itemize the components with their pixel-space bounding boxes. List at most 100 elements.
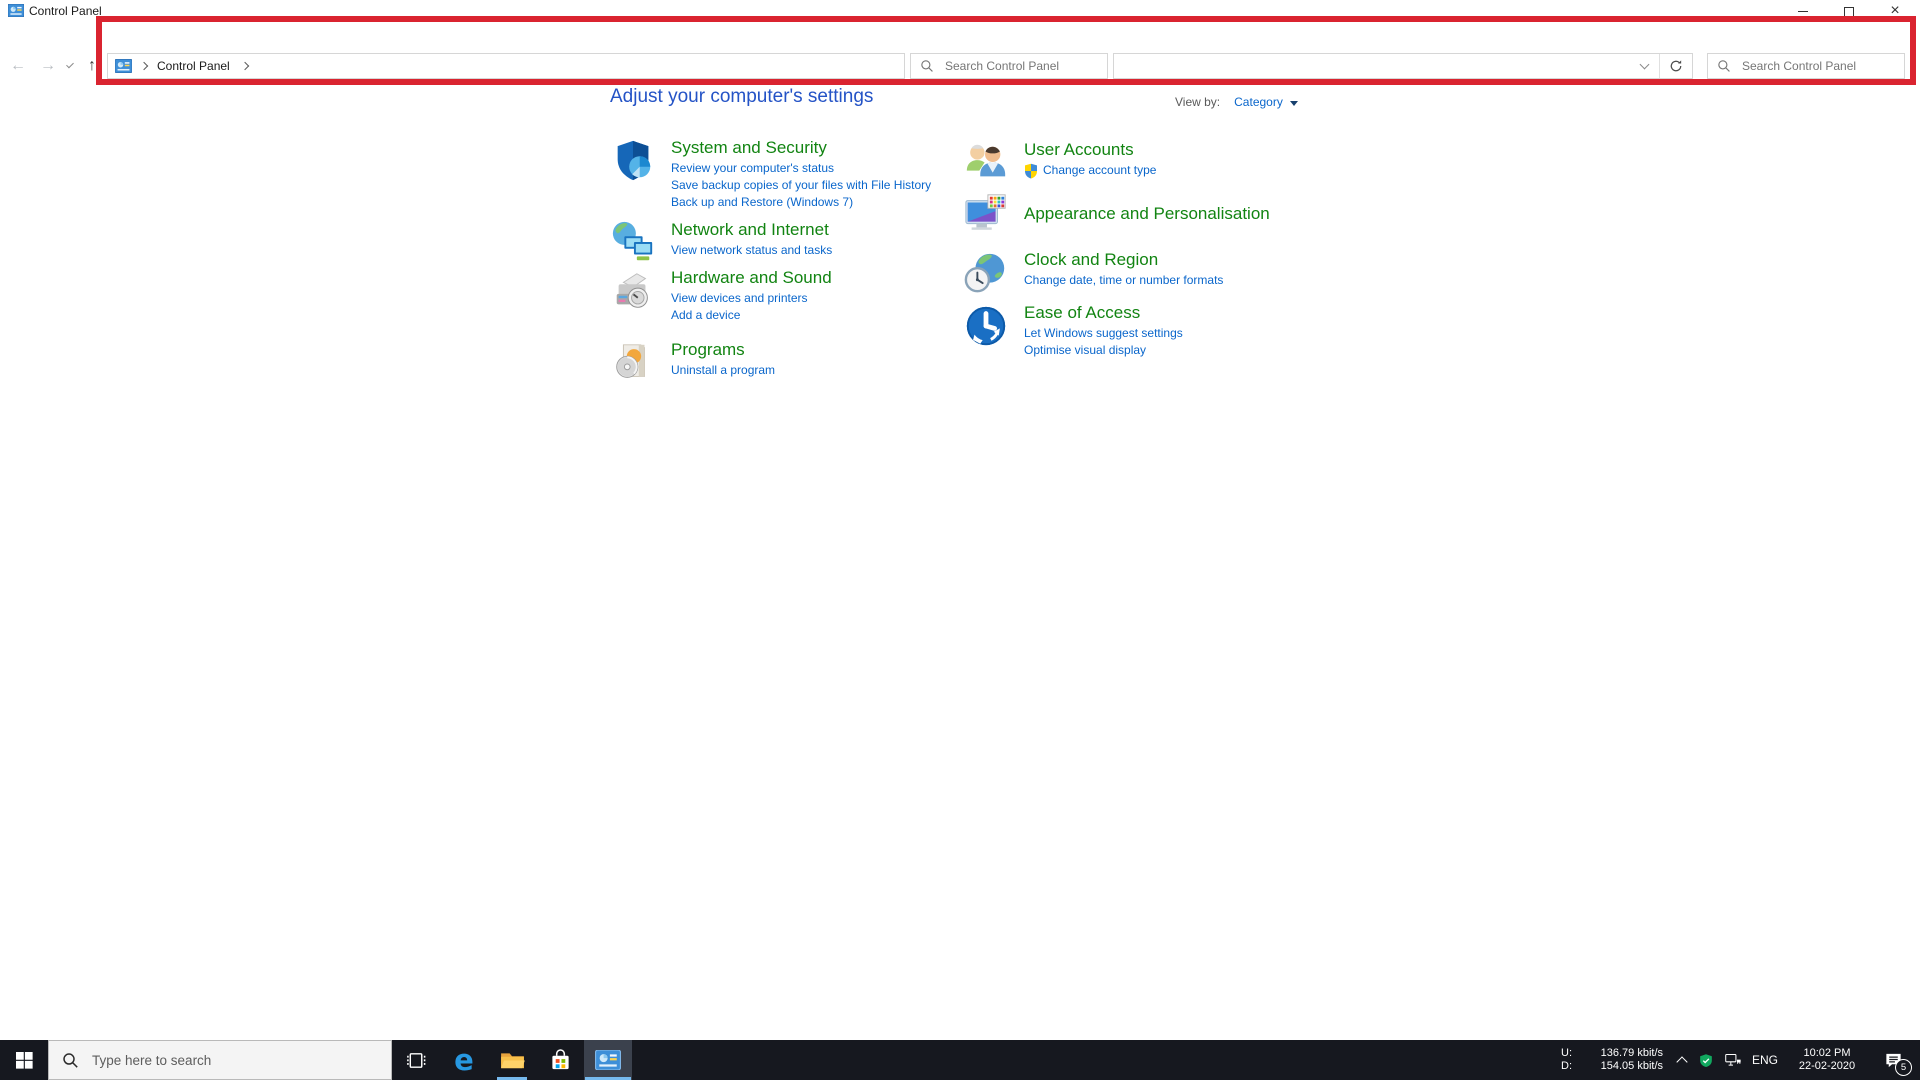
recent-locations-button[interactable] — [62, 52, 78, 80]
category-task-link[interactable]: Uninstall a program — [671, 362, 775, 379]
restore-icon — [1844, 4, 1857, 17]
category-title-link[interactable]: Appearance and Personalisation — [1024, 203, 1270, 224]
breadcrumb-chevron-icon[interactable] — [240, 61, 249, 71]
category-task-link-label: Change account type — [1043, 163, 1157, 177]
category-text: User Accounts Change account type — [1024, 139, 1156, 186]
category-title-link[interactable]: System and Security — [671, 137, 931, 158]
category-task-link[interactable]: Review your computer's status — [671, 160, 931, 177]
start-button[interactable] — [0, 1040, 48, 1080]
category-task-link[interactable]: Back up and Restore (Windows 7) — [671, 194, 931, 211]
category-text: Ease of Access Let Windows suggest setti… — [1024, 302, 1183, 359]
edge-button[interactable] — [440, 1040, 488, 1080]
language-indicator[interactable]: ENG — [1747, 1040, 1783, 1080]
category-title-link[interactable]: Programs — [671, 339, 775, 360]
category-task-link[interactable]: Save backup copies of your files with Fi… — [671, 177, 931, 194]
category-title-link[interactable]: Ease of Access — [1024, 302, 1183, 323]
category-task-link[interactable]: Optimise visual display — [1024, 342, 1183, 359]
clock-region-icon[interactable] — [963, 250, 1009, 296]
category-title-link[interactable]: Clock and Region — [1024, 249, 1223, 270]
address-bar[interactable] — [1113, 53, 1693, 79]
control-panel-taskbar-button[interactable] — [584, 1040, 632, 1080]
ease-of-access-icon[interactable] — [963, 303, 1009, 349]
forward-arrow-icon: → — [40, 57, 56, 74]
forward-button[interactable]: → — [34, 52, 62, 80]
category-network-and-internet: Network and Internet View network status… — [610, 219, 832, 266]
hardware-sound-icon[interactable] — [610, 268, 656, 314]
task-view-button[interactable] — [392, 1040, 440, 1080]
category-task-link[interactable]: Let Windows suggest settings — [1024, 325, 1183, 342]
clock-tray-button[interactable]: 10:02 PM 22-02-2020 — [1783, 1040, 1871, 1080]
refresh-button[interactable] — [1660, 54, 1692, 78]
category-text: Hardware and Sound View devices and prin… — [671, 267, 832, 324]
upload-label: U: — [1561, 1047, 1572, 1059]
page-title: Adjust your computer's settings — [610, 86, 874, 107]
control-panel-icon — [595, 1050, 621, 1070]
restore-button[interactable] — [1826, 0, 1872, 22]
control-panel-icon — [115, 59, 132, 73]
file-explorer-button[interactable] — [488, 1040, 536, 1080]
taskbar-search-box[interactable] — [48, 1040, 392, 1080]
breadcrumb-bar[interactable]: Control Panel — [107, 53, 905, 79]
clock-display: 10:02 PM 22-02-2020 — [1799, 1047, 1855, 1074]
file-explorer-icon — [500, 1052, 525, 1068]
category-clock-and-region: Clock and Region Change date, time or nu… — [963, 249, 1223, 296]
category-task-link[interactable]: Add a device — [671, 307, 832, 324]
search-control-panel-input[interactable] — [943, 58, 1098, 74]
minimize-button[interactable] — [1780, 0, 1826, 22]
category-title-link[interactable]: Network and Internet — [671, 219, 832, 240]
close-button[interactable] — [1872, 0, 1918, 22]
search-icon — [921, 60, 933, 72]
view-by-label: View by: — [1175, 95, 1221, 109]
breadcrumb-control-panel[interactable]: Control Panel — [157, 59, 230, 73]
system-security-icon[interactable] — [610, 138, 656, 184]
show-hidden-icons-button[interactable] — [1671, 1040, 1693, 1080]
search-box[interactable] — [1707, 53, 1905, 79]
back-button[interactable]: ← — [4, 52, 32, 80]
category-task-link[interactable]: Change account type — [1024, 162, 1156, 179]
microsoft-store-button[interactable] — [536, 1040, 584, 1080]
download-label: D: — [1561, 1060, 1572, 1072]
taskbar-search-input[interactable] — [90, 1051, 391, 1069]
category-task-link[interactable]: View network status and tasks — [671, 242, 832, 259]
programs-icon[interactable] — [610, 340, 656, 386]
control-panel-app-icon — [8, 4, 24, 17]
security-shield-icon — [1700, 1053, 1712, 1067]
appearance-personalisation-icon[interactable] — [963, 191, 1009, 237]
download-value: 154.05 kbit/s — [1600, 1060, 1663, 1072]
notification-count-badge: 5 — [1895, 1059, 1912, 1076]
user-accounts-icon[interactable] — [963, 140, 1009, 186]
breadcrumb-chevron-icon[interactable] — [139, 61, 149, 71]
search-box-inner[interactable] — [910, 53, 1108, 79]
windows-logo-icon — [15, 1051, 33, 1069]
category-task-link[interactable]: Change date, time or number formats — [1024, 272, 1223, 289]
uac-shield-icon — [1025, 163, 1037, 178]
category-title-link[interactable]: User Accounts — [1024, 139, 1156, 160]
category-text: Programs Uninstall a program — [671, 339, 775, 386]
search-control-panel-input[interactable] — [1740, 58, 1895, 74]
address-dropdown-button[interactable] — [1629, 54, 1659, 78]
dropdown-triangle-icon[interactable] — [1289, 100, 1298, 106]
up-arrow-icon: ↑ — [88, 57, 96, 74]
network-tray-button[interactable] — [1719, 1040, 1747, 1080]
category-hardware-and-sound: Hardware and Sound View devices and prin… — [610, 267, 832, 324]
chevron-down-icon — [66, 60, 74, 69]
category-title-link[interactable]: Hardware and Sound — [671, 267, 832, 288]
taskbar: U: 136.79 kbit/s D: 154.05 kbit/s ENG 10… — [0, 1040, 1920, 1080]
category-system-and-security: System and Security Review your computer… — [610, 137, 931, 211]
microsoft-store-icon — [551, 1048, 569, 1069]
category-text: Clock and Region Change date, time or nu… — [1024, 249, 1223, 296]
search-icon — [63, 1052, 78, 1068]
edge-icon — [449, 1042, 479, 1078]
navigation-bar: ← → ↑ Control Panel — [0, 22, 1920, 79]
back-arrow-icon: ← — [10, 57, 26, 74]
view-by-dropdown[interactable]: Category — [1234, 95, 1283, 109]
up-button[interactable]: ↑ — [80, 52, 104, 80]
windows-defender-tray-button[interactable] — [1693, 1040, 1719, 1080]
system-tray: U: 136.79 kbit/s D: 154.05 kbit/s ENG 10… — [1561, 1040, 1920, 1080]
category-programs: Programs Uninstall a program — [610, 339, 775, 386]
title-bar: Control Panel — [0, 0, 1920, 22]
category-task-link[interactable]: View devices and printers — [671, 290, 832, 307]
category-text: Network and Internet View network status… — [671, 219, 832, 266]
action-center-button[interactable]: 5 — [1871, 1040, 1915, 1080]
network-internet-icon[interactable] — [610, 220, 656, 266]
